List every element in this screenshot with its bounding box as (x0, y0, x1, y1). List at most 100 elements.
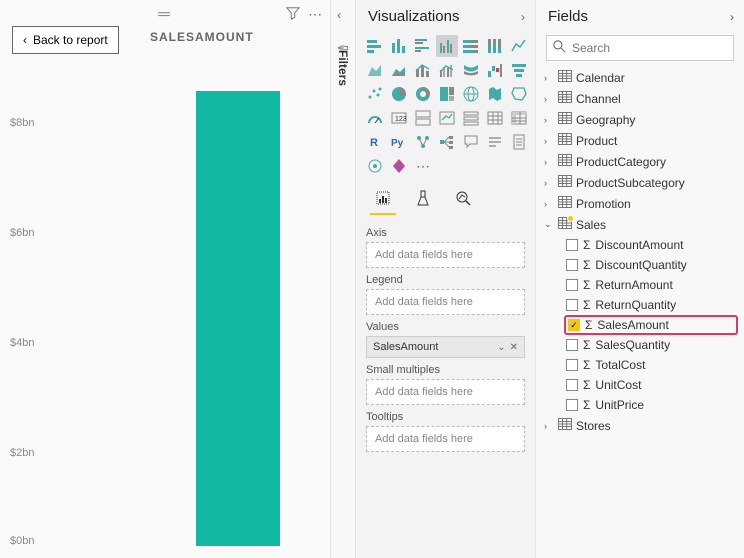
field-salesquantity[interactable]: ΣSalesQuantity (564, 335, 738, 355)
kpi-icon[interactable] (436, 107, 458, 129)
stacked-bar-chart-icon[interactable] (364, 35, 386, 57)
field-checkbox[interactable] (566, 339, 578, 351)
line-clustered-column-icon[interactable] (436, 59, 458, 81)
column-chart[interactable]: $8bn $6bn $4bn $2bn $0bn (10, 80, 320, 550)
fields-tab[interactable] (372, 187, 394, 209)
table-productsubcategory[interactable]: ›ProductSubcategory (542, 172, 738, 193)
map-icon[interactable] (460, 83, 482, 105)
legend-well[interactable]: Add data fields here (366, 289, 525, 315)
small-multiples-well[interactable]: Add data fields here (366, 379, 525, 405)
field-checkbox[interactable] (566, 359, 578, 371)
stacked-column-chart-icon[interactable] (388, 35, 410, 57)
python-visual-icon[interactable]: Py (388, 131, 410, 153)
filter-icon[interactable] (286, 6, 300, 23)
chevron-icon: › (544, 421, 554, 431)
treemap-icon[interactable] (436, 83, 458, 105)
field-returnamount[interactable]: ΣReturnAmount (564, 275, 738, 295)
field-unitcost[interactable]: ΣUnitCost (564, 375, 738, 395)
hundred-percent-bar-icon[interactable] (460, 35, 482, 57)
card-icon[interactable]: 123 (388, 107, 410, 129)
slicer-icon[interactable] (460, 107, 482, 129)
qna-visual-icon[interactable] (460, 131, 482, 153)
table-icon (558, 112, 572, 127)
field-checkbox[interactable] (566, 299, 578, 311)
pie-chart-icon[interactable] (388, 83, 410, 105)
field-discountquantity[interactable]: ΣDiscountQuantity (564, 255, 738, 275)
clustered-column-chart-icon[interactable] (436, 35, 458, 57)
gauge-icon[interactable] (364, 107, 386, 129)
chevron-icon: › (544, 178, 554, 188)
waterfall-chart-icon[interactable] (484, 59, 506, 81)
get-more-visuals-icon[interactable]: ⋯ (412, 155, 434, 177)
axis-well[interactable]: Add data fields here (366, 242, 525, 268)
remove-field-icon[interactable]: ✕ (510, 342, 518, 353)
clustered-bar-chart-icon[interactable] (412, 35, 434, 57)
field-returnquantity[interactable]: ΣReturnQuantity (564, 295, 738, 315)
funnel-chart-icon[interactable] (508, 59, 530, 81)
line-stacked-column-icon[interactable] (412, 59, 434, 81)
chart-bar[interactable] (196, 91, 280, 546)
sigma-icon: Σ (585, 318, 592, 332)
sigma-icon: Σ (583, 278, 590, 292)
field-checkbox[interactable]: ✓ (568, 319, 580, 331)
decomposition-tree-icon[interactable] (436, 131, 458, 153)
table-sales[interactable]: ⌄Sales (542, 214, 738, 235)
power-apps-visual-icon[interactable] (388, 155, 410, 177)
small-multiples-well-label: Small multiples (366, 364, 525, 376)
collapse-viz-icon[interactable]: › (521, 10, 525, 24)
fields-search[interactable] (546, 35, 734, 61)
smart-narrative-icon[interactable] (484, 131, 506, 153)
matrix-icon[interactable] (508, 107, 530, 129)
filled-map-icon[interactable] (484, 83, 506, 105)
table-icon (558, 91, 572, 106)
chevron-down-icon[interactable]: ⌄ (497, 342, 505, 353)
filters-pane-collapsed[interactable]: ‹ ✑ Filters (331, 0, 356, 558)
table-calendar[interactable]: ›Calendar (542, 67, 738, 88)
tooltips-well[interactable]: Add data fields here (366, 426, 525, 452)
more-options-icon[interactable]: ⋯ (308, 6, 322, 23)
field-totalcost[interactable]: ΣTotalCost (564, 355, 738, 375)
back-to-report-button[interactable]: ‹ Back to report (12, 26, 119, 54)
table-stores[interactable]: ›Stores (542, 415, 738, 436)
line-chart-icon[interactable] (508, 35, 530, 57)
search-input[interactable] (572, 41, 727, 55)
field-discountamount[interactable]: ΣDiscountAmount (564, 235, 738, 255)
area-chart-icon[interactable] (364, 59, 386, 81)
expand-filters-icon[interactable]: ‹ (337, 8, 341, 22)
visualizations-pane: Visualizations › 123 (356, 0, 536, 558)
arcgis-map-icon[interactable] (364, 155, 386, 177)
donut-chart-icon[interactable] (412, 83, 434, 105)
format-tab[interactable] (412, 187, 434, 209)
stacked-area-chart-icon[interactable] (388, 59, 410, 81)
hundred-percent-column-icon[interactable] (484, 35, 506, 57)
field-salesamount[interactable]: ✓ΣSalesAmount (564, 315, 738, 335)
r-script-visual-icon[interactable]: R (364, 131, 386, 153)
table-channel[interactable]: ›Channel (542, 88, 738, 109)
sigma-icon: Σ (583, 398, 590, 412)
drag-grip-icon[interactable]: ═ (158, 6, 171, 24)
paginated-report-icon[interactable] (508, 131, 530, 153)
table-icon (558, 418, 572, 433)
table-icon[interactable] (484, 107, 506, 129)
multi-row-card-icon[interactable] (412, 107, 434, 129)
field-checkbox[interactable] (566, 279, 578, 291)
collapse-fields-icon[interactable]: › (730, 10, 734, 24)
legend-well-label: Legend (366, 274, 525, 286)
field-checkbox[interactable] (566, 379, 578, 391)
analytics-tab[interactable] (452, 187, 474, 209)
shape-map-icon[interactable] (508, 83, 530, 105)
field-checkbox[interactable] (566, 259, 578, 271)
table-productcategory[interactable]: ›ProductCategory (542, 151, 738, 172)
scatter-chart-icon[interactable] (364, 83, 386, 105)
table-geography[interactable]: ›Geography (542, 109, 738, 130)
field-unitprice[interactable]: ΣUnitPrice (564, 395, 738, 415)
table-promotion[interactable]: ›Promotion (542, 193, 738, 214)
ribbon-chart-icon[interactable] (460, 59, 482, 81)
table-product[interactable]: ›Product (542, 130, 738, 151)
field-checkbox[interactable] (566, 399, 578, 411)
key-influencers-icon[interactable] (412, 131, 434, 153)
chevron-left-icon: ‹ (23, 33, 27, 47)
values-well-item[interactable]: SalesAmount ⌄ ✕ (366, 336, 525, 358)
axis-well-label: Axis (366, 227, 525, 239)
field-checkbox[interactable] (566, 239, 578, 251)
